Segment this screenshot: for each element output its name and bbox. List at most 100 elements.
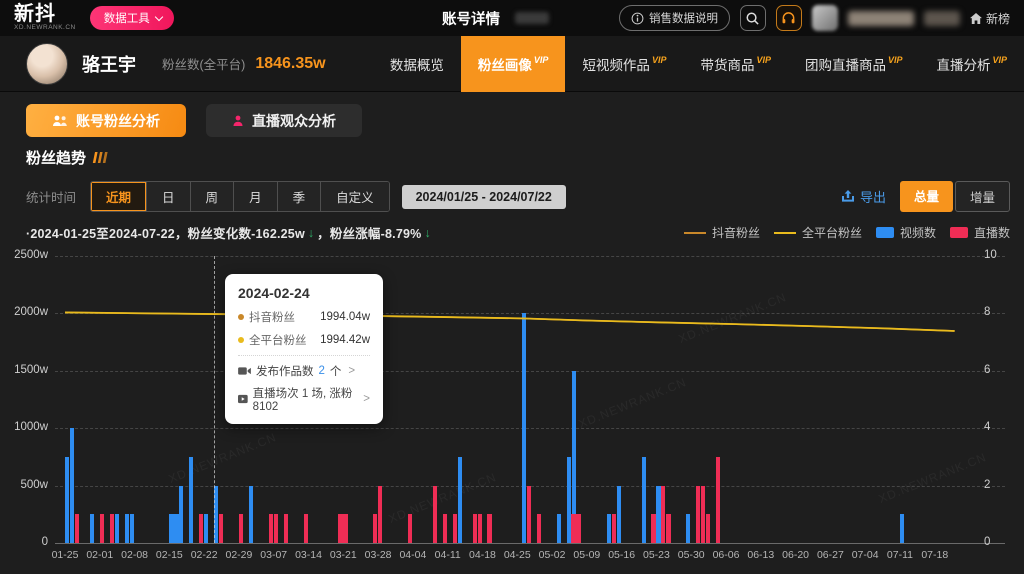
nav-tab-粉丝画像[interactable]: 粉丝画像VIP — [461, 36, 566, 92]
nav-tab-团购直播商品[interactable]: 团购直播商品VIP — [788, 36, 920, 92]
time-filter-1[interactable]: 日 — [147, 182, 191, 211]
works-count: 2 — [319, 365, 325, 377]
tooltip-row-douyin: 抖音粉丝 1994.04w — [238, 309, 370, 325]
down-arrow-icon: ↓ — [308, 226, 314, 240]
summary-range: ·2024-01-25至2024-07-22， — [26, 223, 188, 242]
date-range-picker[interactable]: 2024/01/25 - 2024/07/22 — [402, 185, 566, 209]
fan-line-series — [55, 256, 1005, 543]
nav-tab-短视频作品[interactable]: 短视频作品VIP — [565, 36, 683, 92]
tooltip-works-link[interactable]: 发布作品数 2个 > — [238, 363, 370, 379]
tab-live-audience-analysis-label: 直播观众分析 — [252, 111, 336, 131]
arrow-right-icon: > — [348, 365, 355, 377]
nav-tab-直播分析[interactable]: 直播分析VIP — [919, 36, 1024, 92]
line-抖音粉丝 — [65, 312, 955, 330]
y-axis-label-right: 6 — [984, 364, 990, 376]
summary-rate: 粉丝涨幅-8.79% — [330, 223, 422, 242]
legend-swatch — [876, 227, 894, 238]
legend-label: 抖音粉丝 — [712, 224, 760, 241]
legend-item: 直播数 — [950, 224, 1010, 241]
export-button[interactable]: 导出 — [841, 187, 886, 206]
live-video-icon — [238, 394, 248, 404]
legend-swatch — [684, 232, 706, 234]
total-delta-toggle: 总量 增量 — [900, 181, 1010, 212]
summary-separator: ， — [317, 223, 330, 242]
user-avatar[interactable] — [812, 5, 838, 31]
tooltip-live-link[interactable]: 直播场次 1 场, 涨粉 8102 > — [238, 385, 370, 413]
redacted-username — [848, 11, 914, 26]
nav-tab-label: 带货商品 — [700, 54, 754, 74]
tooltip-row-allplatform: 全平台粉丝 1994.42w — [238, 332, 370, 348]
nav-tab-label: 直播分析 — [936, 54, 990, 74]
newrank-home-link[interactable]: 新榜 — [970, 10, 1010, 27]
page-title: 账号详情 — [442, 8, 500, 29]
redacted-badge — [924, 11, 960, 26]
y-axis-label-left: 0 — [4, 536, 48, 548]
gridline — [55, 543, 1005, 544]
chart-legend: 抖音粉丝 全平台粉丝 视频数直播数 — [684, 224, 1010, 241]
tooltip-date: 2024-02-24 — [238, 285, 370, 301]
nav-tab-label: 数据概览 — [390, 54, 444, 74]
time-filter-2[interactable]: 周 — [191, 182, 235, 211]
logo-subtitle: XD.NEWRANK.CN — [14, 25, 76, 32]
filter-row: 统计时间 近期日周月季自定义 2024/01/25 - 2024/07/22 导… — [26, 181, 1010, 212]
top-header: 新抖 XD.NEWRANK.CN 数据工具 账号详情 销售数据说明 新榜 — [0, 0, 1024, 36]
app-logo[interactable]: 新抖 XD.NEWRANK.CN — [14, 4, 76, 32]
account-nav: 数据概览粉丝画像VIP短视频作品VIP带货商品VIP团购直播商品VIP直播分析V… — [373, 36, 1024, 92]
account-bar: 骆王宇 粉丝数(全平台) 1846.35w 数据概览粉丝画像VIP短视频作品VI… — [0, 36, 1024, 92]
camera-icon — [238, 366, 251, 376]
time-filter-4[interactable]: 季 — [278, 182, 322, 211]
search-button[interactable] — [740, 5, 766, 31]
series-dot — [238, 337, 244, 343]
works-label: 发布作品数 — [256, 363, 314, 379]
stat-time-label: 统计时间 — [26, 187, 76, 206]
search-icon — [745, 11, 760, 26]
nav-tab-数据概览[interactable]: 数据概览 — [373, 36, 461, 92]
time-filter-0[interactable]: 近期 — [91, 182, 147, 211]
tooltip-label: 抖音粉丝 — [249, 309, 295, 325]
legend-label: 全平台粉丝 — [802, 224, 862, 241]
tab-account-fan-analysis[interactable]: 账号粉丝分析 — [26, 104, 186, 137]
person-icon — [232, 115, 244, 127]
logo-title: 新抖 — [14, 4, 76, 24]
toggle-delta[interactable]: 增量 — [955, 181, 1010, 212]
tooltip-value: 1994.04w — [320, 311, 370, 323]
legend-swatch — [950, 227, 968, 238]
chart-plot-area[interactable]: XD.NEWRANK.CNXD.NEWRANK.CNXD.NEWRANK.CNX… — [55, 256, 1005, 543]
main-content: 账号粉丝分析 直播观众分析 粉丝趋势 统计时间 近期日周月季自定义 2024/0… — [0, 104, 1024, 568]
fans-count-value: 1846.35w — [255, 55, 325, 73]
export-label: 导出 — [860, 187, 886, 206]
y-axis-label-right: 4 — [984, 421, 990, 433]
toggle-total[interactable]: 总量 — [900, 181, 953, 212]
vip-badge: VIP — [652, 55, 667, 65]
sales-data-info-button[interactable]: 销售数据说明 — [619, 5, 730, 31]
section-title: 粉丝趋势 — [26, 147, 86, 168]
down-arrow-icon: ↓ — [424, 226, 430, 240]
x-axis-label: 07-18 — [913, 549, 957, 561]
vip-badge: VIP — [888, 55, 903, 65]
time-filter-3[interactable]: 月 — [234, 182, 278, 211]
y-axis-label-left: 2000w — [4, 306, 48, 318]
nav-tab-label: 短视频作品 — [582, 54, 650, 74]
works-unit: 个 — [330, 363, 342, 379]
tab-live-audience-analysis[interactable]: 直播观众分析 — [206, 104, 362, 137]
support-button[interactable] — [776, 5, 802, 31]
analysis-tab-row: 账号粉丝分析 直播观众分析 — [26, 104, 1010, 137]
home-icon — [970, 13, 982, 24]
data-tools-label: 数据工具 — [104, 10, 150, 26]
y-axis-label-left: 1500w — [4, 364, 48, 376]
nav-tab-label: 团购直播商品 — [805, 54, 886, 74]
legend-item: 视频数 — [876, 224, 936, 241]
summary-row: ·2024-01-25至2024-07-22， 粉丝变化数-162.25w ↓ … — [26, 223, 1010, 242]
data-tools-button[interactable]: 数据工具 — [90, 6, 174, 30]
headset-icon — [781, 11, 796, 25]
nav-tab-带货商品[interactable]: 带货商品VIP — [683, 36, 788, 92]
home-link-label: 新榜 — [986, 10, 1010, 27]
time-filter-5[interactable]: 自定义 — [321, 182, 389, 211]
chart-tooltip: 2024-02-24 抖音粉丝 1994.04w 全平台粉丝 1994.42w … — [225, 274, 383, 424]
legend-label: 视频数 — [900, 224, 936, 241]
vip-badge: VIP — [756, 55, 771, 65]
y-axis-label-right: 10 — [984, 249, 997, 261]
account-avatar — [26, 43, 68, 85]
x-axis-labels: 01-2502-0102-0802-1502-2202-2903-0703-14… — [55, 549, 1005, 565]
legend-item: 抖音粉丝 — [684, 224, 760, 241]
